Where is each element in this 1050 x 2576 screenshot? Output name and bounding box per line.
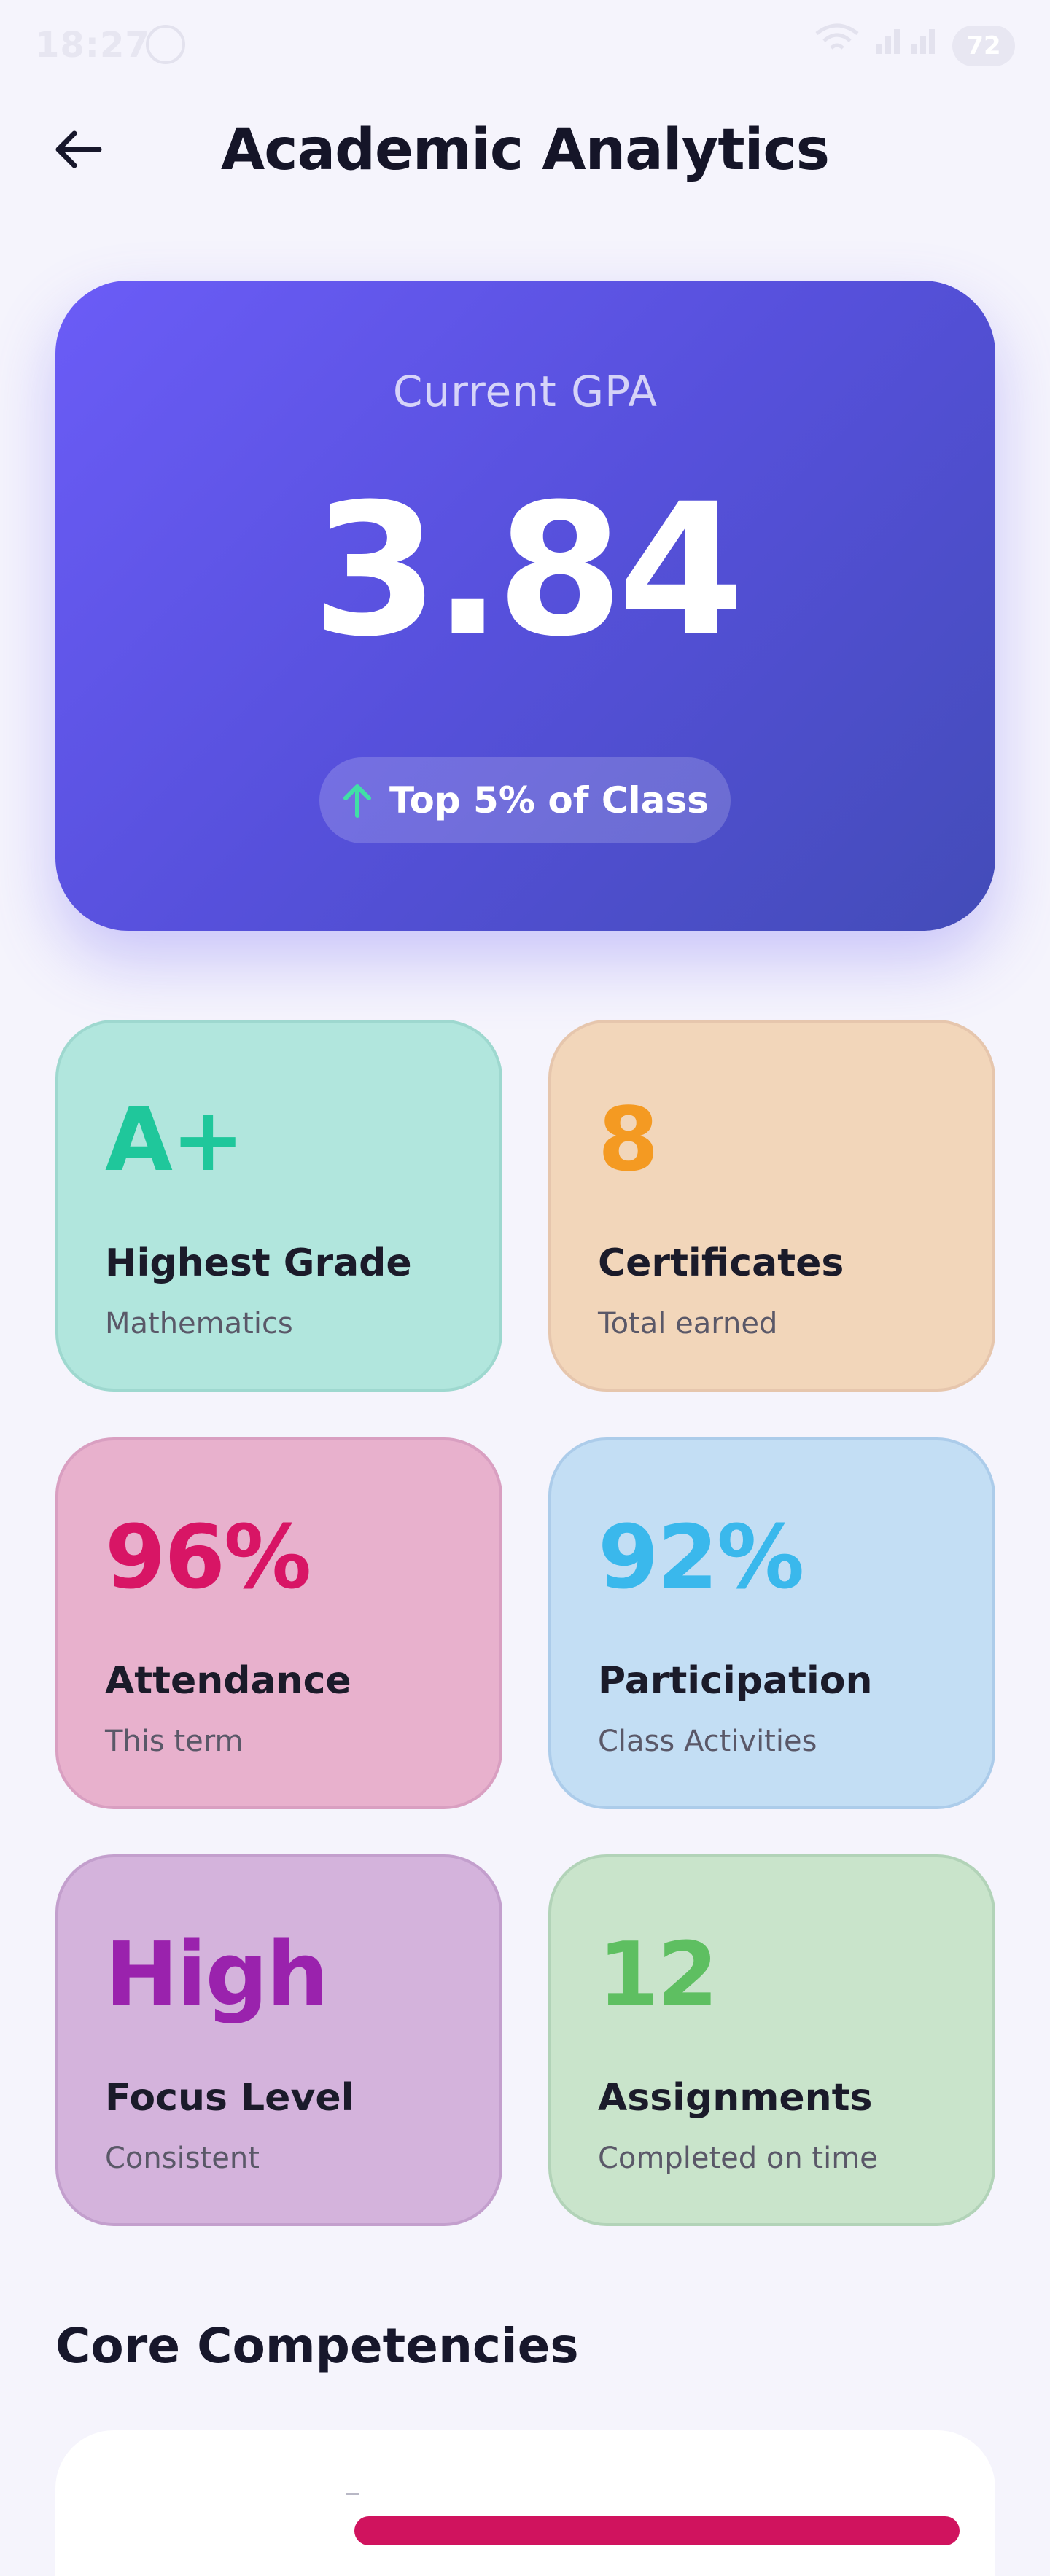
battery-indicator: 72	[952, 25, 1015, 66]
stat-title: Focus Level	[105, 2076, 354, 2120]
stat-subtitle: Mathematics	[105, 1307, 293, 1340]
page-title: Academic Analytics	[220, 117, 830, 183]
gpa-rank-badge: Top 5% of Class	[319, 757, 731, 843]
stat-value: 8	[598, 1090, 658, 1191]
competency-bar	[354, 2516, 960, 2545]
stat-value: 12	[598, 1924, 718, 2026]
stat-subtitle: Class Activities	[598, 1725, 817, 1758]
competency-card	[55, 2430, 995, 2576]
status-time: 18:27	[35, 25, 150, 66]
gpa-card: Current GPA 3.84 Top 5% of Class	[55, 281, 995, 931]
stat-subtitle: This term	[105, 1725, 244, 1758]
chart-tick	[346, 2493, 359, 2495]
stat-subtitle: Total earned	[598, 1307, 778, 1340]
stat-title: Participation	[598, 1659, 873, 1703]
status-bar: 18:27 72	[0, 0, 1050, 95]
stat-card-attendance[interactable]: 96% Attendance This term	[55, 1437, 502, 1809]
stat-value: A+	[105, 1090, 244, 1191]
gpa-label: Current GPA	[392, 367, 658, 416]
status-icons: 72	[814, 22, 1015, 69]
stat-value: 92%	[598, 1507, 804, 1609]
stat-subtitle: Consistent	[105, 2142, 260, 2175]
signal-icon	[874, 22, 939, 69]
stat-value: High	[105, 1924, 329, 2026]
stat-subtitle: Completed on time	[598, 2142, 878, 2175]
stat-title: Certificates	[598, 1241, 844, 1285]
gpa-rank-text: Top 5% of Class	[389, 779, 709, 821]
arrow-up-icon	[343, 784, 372, 818]
stat-value: 96%	[105, 1507, 311, 1609]
wifi-icon	[814, 22, 860, 69]
gpa-value: 3.84	[312, 464, 744, 676]
stat-card-certificates[interactable]: 8 Certificates Total earned	[548, 1020, 995, 1392]
stat-title: Attendance	[105, 1659, 351, 1703]
section-title-core-competencies: Core Competencies	[55, 2318, 579, 2374]
stat-card-participation[interactable]: 92% Participation Class Activities	[548, 1437, 995, 1809]
alarm-face-icon	[146, 25, 185, 64]
stat-card-highest-grade[interactable]: A+ Highest Grade Mathematics	[55, 1020, 502, 1392]
stat-card-focus-level[interactable]: High Focus Level Consistent	[55, 1854, 502, 2226]
stat-title: Highest Grade	[105, 1241, 412, 1285]
stat-card-assignments[interactable]: 12 Assignments Completed on time	[548, 1854, 995, 2226]
stat-title: Assignments	[598, 2076, 873, 2120]
